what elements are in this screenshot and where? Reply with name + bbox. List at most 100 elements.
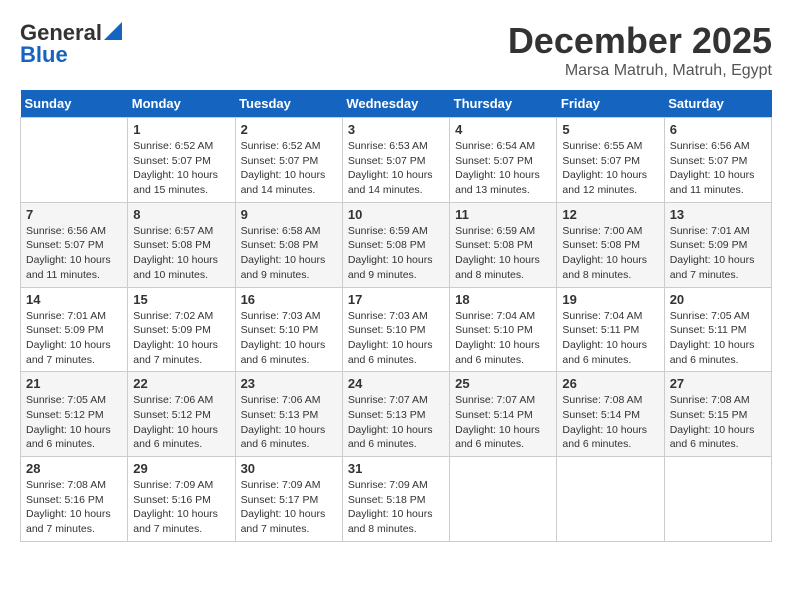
day-number: 14 [26, 292, 122, 307]
cell-info: Sunrise: 7:09 AM Sunset: 5:16 PM Dayligh… [133, 478, 229, 537]
calendar-cell: 4 Sunrise: 6:54 AM Sunset: 5:07 PM Daylig… [450, 118, 557, 203]
cell-info: Sunrise: 7:00 AM Sunset: 5:08 PM Dayligh… [562, 224, 658, 283]
calendar-cell: 27 Sunrise: 7:08 AM Sunset: 5:15 PM Dayli… [664, 372, 771, 457]
day-number: 20 [670, 292, 766, 307]
day-number: 22 [133, 376, 229, 391]
calendar-cell: 25 Sunrise: 7:07 AM Sunset: 5:14 PM Dayli… [450, 372, 557, 457]
cell-info: Sunrise: 7:08 AM Sunset: 5:14 PM Dayligh… [562, 393, 658, 452]
calendar-week-row: 28Sunrise: 7:08 AM Sunset: 5:16 PM Dayli… [21, 457, 772, 542]
day-number: 18 [455, 292, 551, 307]
calendar-week-row: 7 Sunrise: 6:56 AM Sunset: 5:07 PM Daylig… [21, 202, 772, 287]
day-number: 5 [562, 122, 658, 137]
cell-info: Sunrise: 6:57 AM Sunset: 5:08 PM Dayligh… [133, 224, 229, 283]
calendar-week-row: 14 Sunrise: 7:01 AM Sunset: 5:09 PM Dayli… [21, 287, 772, 372]
calendar-header-row: SundayMondayTuesdayWednesdayThursdayFrid… [21, 90, 772, 118]
cell-info: Sunrise: 7:07 AM Sunset: 5:13 PM Dayligh… [348, 393, 444, 452]
calendar-cell: 5 Sunrise: 6:55 AM Sunset: 5:07 PM Daylig… [557, 118, 664, 203]
calendar-cell: 24 Sunrise: 7:07 AM Sunset: 5:13 PM Dayli… [342, 372, 449, 457]
title-area: December 2025 Marsa Matruh, Matruh, Egyp… [508, 20, 772, 80]
day-number: 13 [670, 207, 766, 222]
header-thursday: Thursday [450, 90, 557, 118]
cell-info: Sunrise: 6:56 AM Sunset: 5:07 PM Dayligh… [670, 139, 766, 198]
calendar-cell: 17Sunrise: 7:03 AM Sunset: 5:10 PM Dayli… [342, 287, 449, 372]
day-number: 4 [455, 122, 551, 137]
calendar-cell: 29Sunrise: 7:09 AM Sunset: 5:16 PM Dayli… [128, 457, 235, 542]
calendar-cell: 16 Sunrise: 7:03 AM Sunset: 5:10 PM Dayli… [235, 287, 342, 372]
calendar-cell [450, 457, 557, 542]
day-number: 24 [348, 376, 444, 391]
day-number: 23 [241, 376, 337, 391]
day-number: 8 [133, 207, 229, 222]
calendar-cell [557, 457, 664, 542]
header-monday: Monday [128, 90, 235, 118]
calendar-cell: 18 Sunrise: 7:04 AM Sunset: 5:10 PM Dayli… [450, 287, 557, 372]
logo-icon [104, 22, 122, 40]
calendar-cell: 15Sunrise: 7:02 AM Sunset: 5:09 PM Dayli… [128, 287, 235, 372]
day-number: 17 [348, 292, 444, 307]
cell-info: Sunrise: 7:06 AM Sunset: 5:13 PM Dayligh… [241, 393, 337, 452]
day-number: 7 [26, 207, 122, 222]
calendar-cell: 20Sunrise: 7:05 AM Sunset: 5:11 PM Dayli… [664, 287, 771, 372]
cell-info: Sunrise: 7:08 AM Sunset: 5:15 PM Dayligh… [670, 393, 766, 452]
calendar-cell: 14 Sunrise: 7:01 AM Sunset: 5:09 PM Dayli… [21, 287, 128, 372]
day-number: 27 [670, 376, 766, 391]
calendar-cell: 13Sunrise: 7:01 AM Sunset: 5:09 PM Dayli… [664, 202, 771, 287]
day-number: 16 [241, 292, 337, 307]
day-number: 30 [241, 461, 337, 476]
cell-info: Sunrise: 7:05 AM Sunset: 5:12 PM Dayligh… [26, 393, 122, 452]
calendar-cell: 8 Sunrise: 6:57 AM Sunset: 5:08 PM Daylig… [128, 202, 235, 287]
cell-info: Sunrise: 6:54 AM Sunset: 5:07 PM Dayligh… [455, 139, 551, 198]
header-saturday: Saturday [664, 90, 771, 118]
cell-info: Sunrise: 6:59 AM Sunset: 5:08 PM Dayligh… [455, 224, 551, 283]
calendar-cell: 9 Sunrise: 6:58 AM Sunset: 5:08 PM Daylig… [235, 202, 342, 287]
cell-info: Sunrise: 6:56 AM Sunset: 5:07 PM Dayligh… [26, 224, 122, 283]
logo: General Blue [20, 20, 122, 68]
cell-info: Sunrise: 6:53 AM Sunset: 5:07 PM Dayligh… [348, 139, 444, 198]
header-wednesday: Wednesday [342, 90, 449, 118]
cell-info: Sunrise: 6:52 AM Sunset: 5:07 PM Dayligh… [133, 139, 229, 198]
cell-info: Sunrise: 7:03 AM Sunset: 5:10 PM Dayligh… [241, 309, 337, 368]
cell-info: Sunrise: 7:09 AM Sunset: 5:18 PM Dayligh… [348, 478, 444, 537]
calendar-cell: 12 Sunrise: 7:00 AM Sunset: 5:08 PM Dayli… [557, 202, 664, 287]
day-number: 15 [133, 292, 229, 307]
calendar-cell [21, 118, 128, 203]
cell-info: Sunrise: 7:01 AM Sunset: 5:09 PM Dayligh… [26, 309, 122, 368]
day-number: 25 [455, 376, 551, 391]
calendar-cell: 3Sunrise: 6:53 AM Sunset: 5:07 PM Daylig… [342, 118, 449, 203]
cell-info: Sunrise: 7:04 AM Sunset: 5:11 PM Dayligh… [562, 309, 658, 368]
calendar-week-row: 1 Sunrise: 6:52 AM Sunset: 5:07 PM Daylig… [21, 118, 772, 203]
calendar-cell: 1 Sunrise: 6:52 AM Sunset: 5:07 PM Daylig… [128, 118, 235, 203]
calendar-week-row: 21Sunrise: 7:05 AM Sunset: 5:12 PM Dayli… [21, 372, 772, 457]
calendar-cell: 23 Sunrise: 7:06 AM Sunset: 5:13 PM Dayli… [235, 372, 342, 457]
cell-info: Sunrise: 7:08 AM Sunset: 5:16 PM Dayligh… [26, 478, 122, 537]
cell-info: Sunrise: 7:09 AM Sunset: 5:17 PM Dayligh… [241, 478, 337, 537]
cell-info: Sunrise: 6:52 AM Sunset: 5:07 PM Dayligh… [241, 139, 337, 198]
header-friday: Friday [557, 90, 664, 118]
day-number: 6 [670, 122, 766, 137]
day-number: 1 [133, 122, 229, 137]
calendar-cell [664, 457, 771, 542]
day-number: 12 [562, 207, 658, 222]
calendar-cell: 28Sunrise: 7:08 AM Sunset: 5:16 PM Dayli… [21, 457, 128, 542]
calendar-cell: 6 Sunrise: 6:56 AM Sunset: 5:07 PM Daylig… [664, 118, 771, 203]
calendar-cell: 31Sunrise: 7:09 AM Sunset: 5:18 PM Dayli… [342, 457, 449, 542]
day-number: 26 [562, 376, 658, 391]
page-header: General Blue December 2025 Marsa Matruh,… [20, 20, 772, 80]
day-number: 2 [241, 122, 337, 137]
cell-info: Sunrise: 7:07 AM Sunset: 5:14 PM Dayligh… [455, 393, 551, 452]
day-number: 9 [241, 207, 337, 222]
header-tuesday: Tuesday [235, 90, 342, 118]
cell-info: Sunrise: 6:55 AM Sunset: 5:07 PM Dayligh… [562, 139, 658, 198]
cell-info: Sunrise: 7:06 AM Sunset: 5:12 PM Dayligh… [133, 393, 229, 452]
calendar-table: SundayMondayTuesdayWednesdayThursdayFrid… [20, 90, 772, 542]
calendar-cell: 19 Sunrise: 7:04 AM Sunset: 5:11 PM Dayli… [557, 287, 664, 372]
day-number: 10 [348, 207, 444, 222]
calendar-cell: 30 Sunrise: 7:09 AM Sunset: 5:17 PM Dayli… [235, 457, 342, 542]
cell-info: Sunrise: 6:58 AM Sunset: 5:08 PM Dayligh… [241, 224, 337, 283]
cell-info: Sunrise: 6:59 AM Sunset: 5:08 PM Dayligh… [348, 224, 444, 283]
calendar-cell: 11Sunrise: 6:59 AM Sunset: 5:08 PM Dayli… [450, 202, 557, 287]
calendar-cell: 2 Sunrise: 6:52 AM Sunset: 5:07 PM Daylig… [235, 118, 342, 203]
day-number: 19 [562, 292, 658, 307]
calendar-cell: 21Sunrise: 7:05 AM Sunset: 5:12 PM Dayli… [21, 372, 128, 457]
cell-info: Sunrise: 7:04 AM Sunset: 5:10 PM Dayligh… [455, 309, 551, 368]
